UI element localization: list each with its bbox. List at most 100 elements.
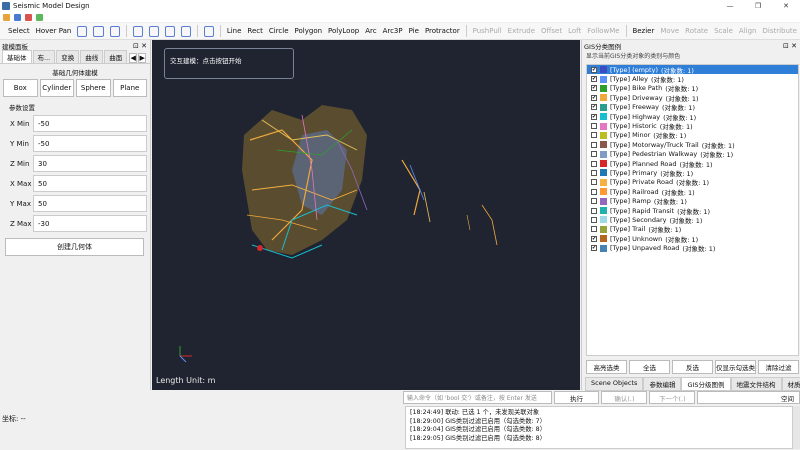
legend-item[interactable]: [Type] Rapid Transit (对象数: 1) [587,206,798,216]
panel-controls[interactable]: ⊡ ✕ [133,42,147,50]
layer-icon[interactable] [132,25,143,37]
tab-basic-solids[interactable]: 基础体 [2,50,32,63]
tab-surface[interactable]: 曲面 [104,50,128,63]
legend-item[interactable]: [Type] Pedestrian Walkway (对象数: 1) [587,150,798,159]
legend-item[interactable]: [Type] Ramp (对象数: 1) [587,196,798,206]
legend-item[interactable]: [Type] Railroad (对象数: 1) [587,187,798,197]
protractor-tool[interactable]: Protractor [422,27,463,35]
confirm-button[interactable]: 确认(.) [601,391,648,404]
legend-checkbox[interactable] [591,198,597,205]
highlight-selected-button[interactable]: 高亮选类 [586,360,627,374]
extrude-tool[interactable]: Extrude [505,27,538,35]
tab-scene-objects[interactable]: Scene Objects [585,377,644,391]
save-icon[interactable] [14,13,21,21]
align-tool[interactable]: Align [736,27,760,35]
undo-icon[interactable] [25,13,32,21]
lock-icon[interactable] [109,25,120,37]
legend-item[interactable]: [Type] Planned Road (对象数: 1) [587,159,798,169]
legend-item[interactable]: ✔ [Type] (empty) (对象数: 1) [587,65,798,75]
plane-button[interactable]: Plane [112,79,147,97]
command-input[interactable]: 输入命令（如 'bool 交'）或备注，按 Enter 发送 [403,391,552,404]
legend-item[interactable]: ✔ [Type] Unpaved Road (对象数: 1) [587,243,798,253]
pie-tool[interactable]: Pie [406,27,422,35]
arc-tool[interactable]: Arc [362,27,379,35]
tab-param-edit[interactable]: 参数编辑 [643,377,682,391]
box-button[interactable]: Box [3,79,38,97]
minimize-button[interactable]: — [716,2,744,10]
close-button[interactable]: ✕ [772,2,800,10]
legend-checkbox[interactable]: ✔ [591,245,597,252]
polygon-tool[interactable]: Polygon [292,27,326,35]
z-max-input[interactable]: -30 [33,215,147,232]
rotate-tool[interactable]: Rotate [682,27,711,35]
legend-checkbox[interactable] [591,179,597,186]
legend-list[interactable]: ✔ [Type] (empty) (对象数: 1) ✔ [Type] Alley (对象数… [586,64,799,356]
tab-material[interactable]: 材质 [781,377,800,391]
legend-item[interactable]: ✔ [Type] Alley (对象数: 1) [587,74,798,84]
3d-viewport[interactable]: 交互建模：点击按钮开始 Length Unit: m [152,40,580,390]
legend-checkbox[interactable]: ✔ [591,85,597,92]
followme-tool[interactable]: FollowMe [584,27,622,35]
cube-icon[interactable] [180,25,191,37]
legend-item[interactable]: [Type] Secondary (对象数: 1) [587,215,798,225]
select-all-button[interactable]: 全选 [629,360,670,374]
z-min-input[interactable]: 30 [33,155,147,172]
legend-checkbox[interactable] [591,216,597,223]
redo-icon[interactable] [36,13,43,21]
pushpull-tool[interactable]: PushPull [470,27,505,35]
legend-item[interactable]: [Type] Motorway/Truck Trail (对象数: 1) [587,140,798,150]
folder-icon[interactable] [3,13,10,21]
legend-checkbox[interactable]: ✔ [591,104,597,111]
refresh-icon[interactable] [77,25,88,37]
hover-pan-tool[interactable]: Hover Pan [33,27,75,35]
offset-tool[interactable]: Offset [538,27,565,35]
select-tool[interactable]: Select [5,27,33,35]
rect-tool[interactable]: Rect [244,27,265,35]
legend-checkbox[interactable] [591,123,597,130]
legend-checkbox[interactable] [591,207,597,214]
frame-icon[interactable] [164,25,175,37]
legend-item[interactable]: ✔ [Type] Bike Path (对象数: 1) [587,84,798,93]
execute-button[interactable]: 执行 [553,391,600,404]
create-geometry-button[interactable]: 创建几何体 [5,238,144,256]
x-max-input[interactable]: 50 [33,175,147,192]
clear-filter-button[interactable]: 清除过滤 [758,360,799,374]
legend-item[interactable]: ✔ [Type] Highway (对象数: 1) [587,112,798,122]
line-tool[interactable]: Line [224,27,245,35]
y-min-input[interactable]: -50 [33,135,147,152]
maximize-button[interactable]: ❐ [744,2,772,10]
arc3p-tool[interactable]: Arc3P [380,27,406,35]
legend-checkbox[interactable] [591,151,597,158]
legend-checkbox[interactable]: ✔ [591,113,597,120]
legend-checkbox[interactable]: ✔ [591,235,597,242]
legend-checkbox[interactable] [591,188,597,195]
legend-item[interactable]: [Type] Trail (对象数: 1) [587,225,798,234]
legend-item[interactable]: ✔ [Type] Unknown (对象数: 1) [587,234,798,244]
tab-scroll-right-icon[interactable]: ▶ [138,53,147,63]
legend-checkbox[interactable]: ✔ [591,66,597,73]
settings-icon[interactable] [93,25,104,37]
tab-curve[interactable]: 曲线 [80,50,104,63]
grid-icon[interactable] [148,25,159,37]
legend-checkbox[interactable]: ✔ [591,76,597,83]
legend-item[interactable]: [Type] Primary (对象数: 1) [587,168,798,178]
legend-item[interactable]: ✔ [Type] Freeway (对象数: 1) [587,103,798,112]
tab-scroll-left-icon[interactable]: ◀ [129,53,138,63]
tab-transform[interactable]: 变换 [56,50,80,63]
distribute-tool[interactable]: Distribute [759,27,799,35]
legend-checkbox[interactable] [591,141,597,148]
sphere-button[interactable]: Sphere [76,79,111,97]
y-max-input[interactable]: 50 [33,195,147,212]
legend-checkbox[interactable] [591,226,597,233]
tab-seismic-file[interactable]: 地震文件结构 [730,377,782,391]
polyloop-tool[interactable]: PolyLoop [325,27,362,35]
panel-controls[interactable]: ⊡ ✕ [783,42,797,50]
show-checked-only-button[interactable]: 仅显示勾选类 [715,360,756,374]
legend-item[interactable]: ✔ [Type] Driveway (对象数: 1) [587,93,798,103]
move-tool[interactable]: Move [657,27,682,35]
legend-item[interactable]: [Type] Minor (对象数: 1) [587,131,798,140]
chart-icon[interactable] [203,25,214,37]
bezier-tool[interactable]: Bezier [629,27,657,35]
next-button[interactable]: 下一个(.) [649,391,696,404]
scale-tool[interactable]: Scale [711,27,736,35]
